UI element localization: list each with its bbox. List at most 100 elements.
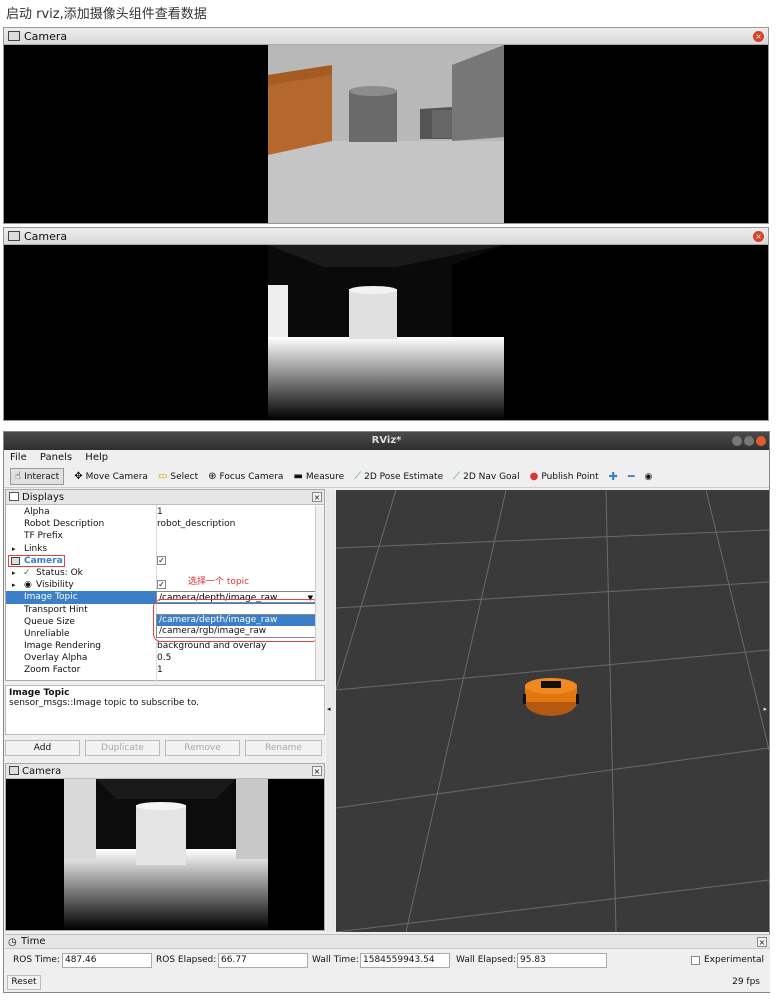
annotation-text: 选择一个 topic <box>188 577 250 588</box>
display-row-links[interactable]: ▸ Links <box>6 543 324 555</box>
select-tool-button[interactable]: ▭ Select <box>158 471 198 482</box>
wall-elapsed-label: Wall Elapsed: <box>456 955 517 965</box>
camera-icon <box>8 31 20 41</box>
focus-camera-tool-button[interactable]: ⊕ Focus Camera <box>208 471 283 482</box>
check-icon: ✓ <box>23 567 31 578</box>
ros-time-label: ROS Time: <box>13 955 60 965</box>
close-icon[interactable]: × <box>753 31 764 42</box>
camera-panel-title: Camera × <box>6 764 324 779</box>
wall-time-label: Wall Time: <box>312 955 359 965</box>
tool-properties-button[interactable]: ◉ <box>644 472 652 482</box>
measure-tool-button[interactable]: ▬ Measure <box>293 471 344 482</box>
eye-icon: ◉ <box>644 471 653 482</box>
camera-icon <box>11 556 20 565</box>
close-icon[interactable]: × <box>753 231 764 242</box>
row-key: Image Rendering <box>24 641 102 652</box>
display-row-overlay-alpha[interactable]: Overlay Alpha 0.5 <box>6 652 324 664</box>
reset-button[interactable]: Reset <box>7 975 41 990</box>
minimize-icon[interactable] <box>732 436 742 446</box>
display-row-tf-prefix[interactable]: TF Prefix <box>6 530 324 542</box>
window-title: RViz* <box>371 435 402 446</box>
display-row-visibility[interactable]: ▸ ◉ Visibility ✓ 选择一个 topic <box>6 577 324 591</box>
3d-viewport[interactable]: ▸ <box>336 490 769 932</box>
remove-button[interactable]: Remove <box>165 740 240 756</box>
row-key: TF Prefix <box>24 531 63 542</box>
display-row-robot-description[interactable]: Robot Description robot_description <box>6 518 324 530</box>
displays-panel: Displays × Alpha 1 Robot Description robot… <box>5 489 325 681</box>
camera-window-title: Camera <box>24 230 68 243</box>
row-key: Overlay Alpha <box>24 653 88 664</box>
expand-arrow-icon[interactable]: ▸ <box>12 579 16 591</box>
wall-time-field[interactable]: 1584559943.54 <box>360 953 450 968</box>
add-button[interactable]: Add <box>5 740 80 756</box>
rgb-camera-image <box>4 45 768 223</box>
row-key: Links <box>24 543 48 554</box>
close-icon[interactable]: × <box>312 766 322 776</box>
remove-tool-button[interactable]: ━ <box>628 470 635 483</box>
monitor-icon <box>9 492 19 501</box>
close-icon[interactable] <box>756 436 766 446</box>
pin-icon: ● <box>529 471 539 482</box>
camera-window-depth: Camera × <box>3 227 769 421</box>
description-text: sensor_msgs::Image topic to subscribe to… <box>9 698 200 708</box>
move-camera-tool-button[interactable]: ✥ Move Camera <box>74 471 148 482</box>
displays-scrollbar[interactable] <box>315 506 324 680</box>
menu-help[interactable]: Help <box>85 452 108 463</box>
collapse-right-icon[interactable]: ▸ <box>763 705 767 713</box>
row-key: Robot Description <box>24 519 105 530</box>
row-key: Visibility <box>36 580 74 591</box>
interact-tool-button[interactable]: ☝ Interact <box>10 468 65 485</box>
camera-panel: Camera × <box>5 763 325 931</box>
rename-button[interactable]: Rename <box>245 740 322 756</box>
description-title: Image Topic <box>9 688 70 698</box>
collapse-left-icon[interactable]: ◂ <box>327 705 331 713</box>
highlight-box <box>153 599 320 642</box>
publish-point-tool-button[interactable]: ● Publish Point <box>530 471 599 482</box>
fps-label: 29 fps <box>732 977 760 987</box>
experimental-label: Experimental <box>704 955 765 965</box>
row-key: Queue Size <box>24 616 75 627</box>
plus-icon: ✚ <box>608 470 618 483</box>
duplicate-button[interactable]: Duplicate <box>85 740 160 756</box>
splitter-handle[interactable]: ◂ <box>326 490 335 932</box>
select-icon: ▭ <box>157 471 168 482</box>
display-row-alpha[interactable]: Alpha 1 <box>6 506 324 518</box>
camera-icon <box>9 766 19 775</box>
display-row-zoom-factor[interactable]: Zoom Factor 1 <box>6 664 324 676</box>
row-key: Camera <box>24 555 63 566</box>
expand-arrow-icon[interactable]: ▸ <box>12 567 16 579</box>
nav-goal-tool-button[interactable]: ⟋ 2D Nav Goal <box>453 471 519 482</box>
grid-view <box>336 490 769 932</box>
row-value: robot_description <box>157 519 236 530</box>
ros-time-field[interactable]: 487.46 <box>62 953 152 968</box>
display-row-status[interactable]: ▸ ✓ Status: Ok <box>6 567 324 579</box>
add-tool-button[interactable]: ✚ <box>609 470 618 483</box>
camera-window-title: Camera <box>24 30 68 43</box>
camera-enabled-checkbox[interactable]: ✓ <box>157 555 166 565</box>
close-icon[interactable]: × <box>757 937 767 947</box>
time-title: Time <box>21 936 46 947</box>
camera-window-titlebar: Camera × <box>4 228 768 245</box>
experimental-checkbox[interactable] <box>691 956 700 965</box>
row-value: 0.5 <box>157 653 172 664</box>
camera-panel-image <box>6 779 324 930</box>
pose-estimate-tool-button[interactable]: ⟋ 2D Pose Estimate <box>354 471 443 482</box>
tool-label: Move Camera <box>85 471 148 482</box>
tool-label: Interact <box>24 471 60 482</box>
row-value: 1 <box>157 665 163 676</box>
row-value: 1 <box>157 507 163 517</box>
ros-elapsed-field[interactable]: 66.77 <box>218 953 308 968</box>
wall-elapsed-field[interactable]: 95.83 <box>517 953 607 968</box>
close-icon[interactable]: × <box>312 492 322 502</box>
tool-label: 2D Nav Goal <box>463 471 520 482</box>
display-row-camera[interactable]: Camera ✓ <box>6 554 324 567</box>
move-camera-icon: ✥ <box>74 471 83 482</box>
visibility-checkbox[interactable]: ✓ <box>157 580 166 590</box>
expand-arrow-icon[interactable]: ▸ <box>12 543 16 555</box>
tool-label: 2D Pose Estimate <box>364 471 444 482</box>
minus-icon: ━ <box>627 470 635 483</box>
menu-file[interactable]: File <box>10 452 27 463</box>
rviz-titlebar: RViz* <box>4 432 769 450</box>
menu-panels[interactable]: Panels <box>40 452 72 463</box>
maximize-icon[interactable] <box>744 436 754 446</box>
